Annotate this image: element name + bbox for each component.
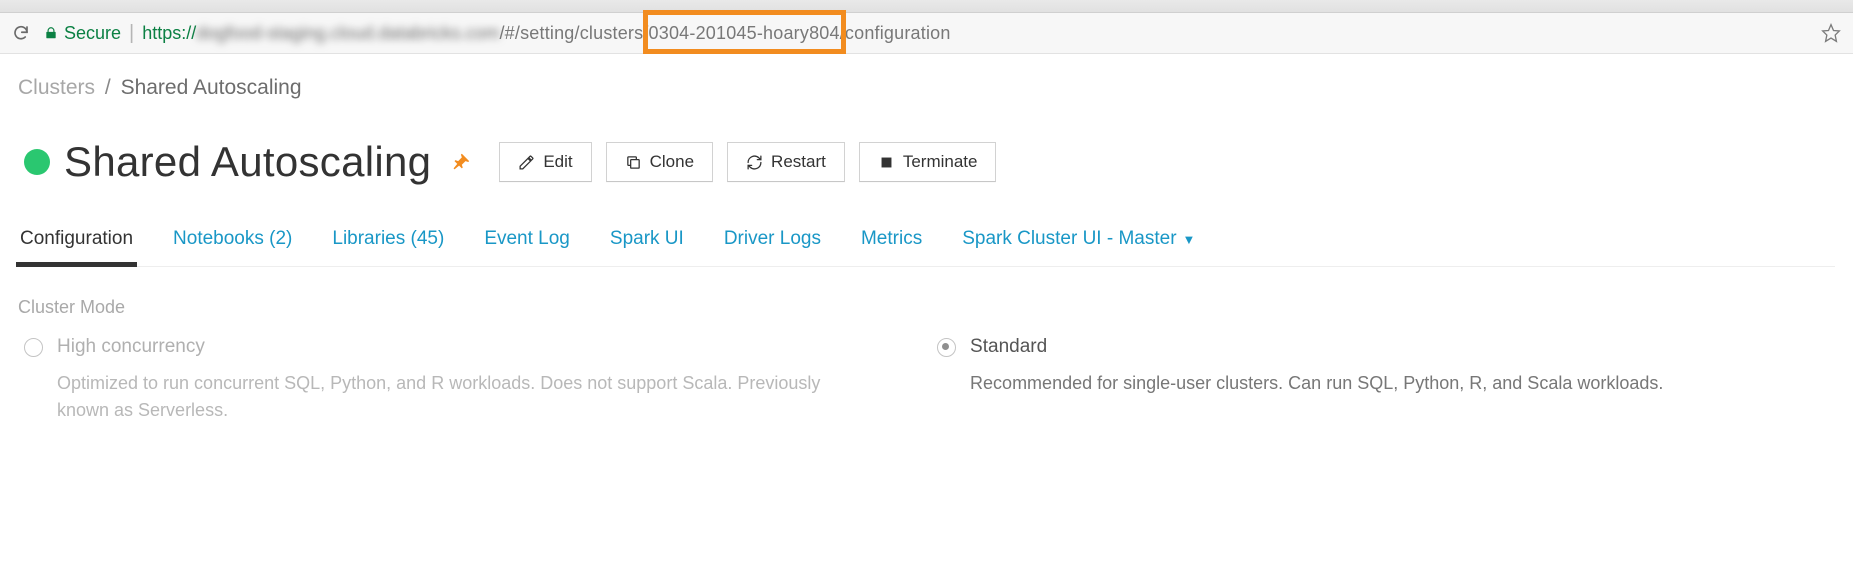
- mode-standard-label: Standard: [970, 336, 1047, 358]
- pencil-icon: [518, 154, 535, 171]
- page-title: Shared Autoscaling: [64, 138, 431, 186]
- clone-button-label: Clone: [650, 152, 694, 172]
- tab-notebooks[interactable]: Notebooks (2): [173, 224, 292, 266]
- clone-button[interactable]: Clone: [606, 142, 713, 182]
- breadcrumb-sep: /: [105, 76, 111, 99]
- secure-label: Secure: [64, 23, 121, 44]
- terminate-button-label: Terminate: [903, 152, 978, 172]
- url-text[interactable]: https://dogfood-staging.cloud.databricks…: [142, 23, 950, 44]
- cluster-header: Shared Autoscaling Edit Clone Restart Te…: [18, 138, 1835, 186]
- tab-libraries[interactable]: Libraries (45): [332, 224, 444, 266]
- tab-spark-cluster-ui-label: Spark Cluster UI - Master: [962, 228, 1176, 249]
- radio-high-concurrency[interactable]: [24, 338, 43, 357]
- tab-driver-logs[interactable]: Driver Logs: [724, 224, 821, 266]
- cluster-mode-options: High concurrency Optimized to run concur…: [18, 336, 1835, 424]
- url-path-before: /#/setting/clusters/: [499, 23, 648, 43]
- url-separator: |: [129, 22, 134, 45]
- terminate-button[interactable]: Terminate: [859, 142, 997, 182]
- mode-high-concurrency[interactable]: High concurrency Optimized to run concur…: [24, 336, 857, 424]
- tab-configuration[interactable]: Configuration: [20, 224, 133, 266]
- reload-icon[interactable]: [12, 24, 30, 42]
- breadcrumb-root[interactable]: Clusters: [18, 76, 95, 99]
- restart-button-label: Restart: [771, 152, 826, 172]
- address-bar[interactable]: Secure | https://dogfood-staging.cloud.d…: [0, 13, 1853, 54]
- tab-spark-cluster-ui[interactable]: Spark Cluster UI - Master ▼: [962, 224, 1195, 266]
- url-path-after: /configuration: [840, 23, 951, 43]
- browser-tab-strip: [0, 0, 1853, 13]
- breadcrumb-current: Shared Autoscaling: [121, 76, 302, 99]
- tab-spark-ui[interactable]: Spark UI: [610, 224, 684, 266]
- copy-icon: [625, 154, 642, 171]
- tabs: Configuration Notebooks (2) Libraries (4…: [18, 224, 1835, 267]
- mode-standard-desc: Recommended for single-user clusters. Ca…: [937, 370, 1770, 397]
- breadcrumb: Clusters / Shared Autoscaling: [18, 76, 1835, 100]
- lock-icon: [44, 25, 58, 41]
- bookmark-star-icon[interactable]: [1821, 23, 1841, 43]
- edit-button[interactable]: Edit: [499, 142, 591, 182]
- radio-standard[interactable]: [937, 338, 956, 357]
- restart-button[interactable]: Restart: [727, 142, 845, 182]
- tab-metrics[interactable]: Metrics: [861, 224, 922, 266]
- mode-high-concurrency-label: High concurrency: [57, 336, 205, 358]
- url-cluster-id: 0304-201045-hoary804: [649, 23, 840, 44]
- mode-high-concurrency-desc: Optimized to run concurrent SQL, Python,…: [24, 370, 857, 424]
- mode-standard[interactable]: Standard Recommended for single-user clu…: [937, 336, 1770, 424]
- pin-icon[interactable]: [449, 151, 471, 173]
- section-title-cluster-mode: Cluster Mode: [18, 297, 1835, 318]
- refresh-icon: [746, 154, 763, 171]
- chevron-down-icon: ▼: [1183, 232, 1196, 247]
- stop-icon: [878, 154, 895, 171]
- page-content: Clusters / Shared Autoscaling Shared Aut…: [0, 54, 1853, 424]
- url-cluster-id-text: 0304-201045-hoary804: [649, 23, 840, 43]
- status-indicator-running: [24, 149, 50, 175]
- edit-button-label: Edit: [543, 152, 572, 172]
- tab-event-log[interactable]: Event Log: [484, 224, 570, 266]
- url-host: dogfood-staging.cloud.databricks.com: [196, 23, 499, 43]
- url-scheme: https://: [142, 23, 196, 43]
